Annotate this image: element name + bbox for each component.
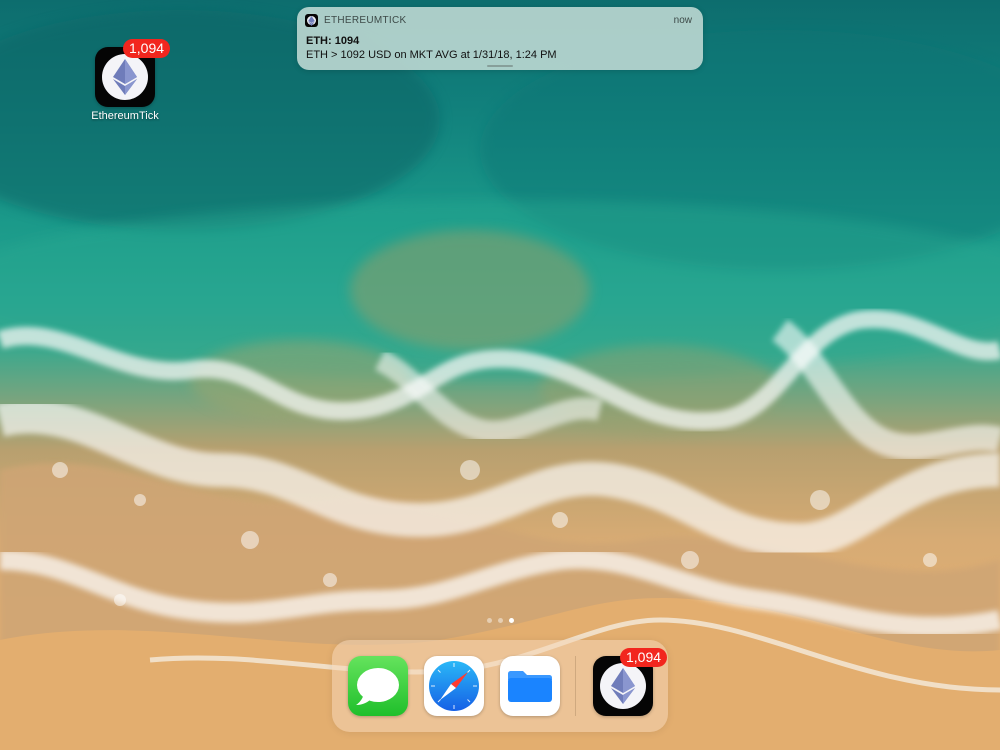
notification-badge: 1,094 [123, 39, 171, 58]
app-label: EthereumTick [91, 110, 159, 122]
dock-divider [575, 656, 576, 716]
home-app-ethereumtick[interactable]: 1,094 EthereumTick [88, 39, 171, 132]
page-dot[interactable] [487, 618, 492, 623]
notification-body: ETH > 1092 USD on MKT AVG at 1/31/18, 1:… [306, 49, 557, 61]
speech-bubble-icon [356, 668, 399, 705]
ethereum-icon [305, 14, 318, 27]
dock: 1,094 [332, 640, 668, 732]
notification-app-name: ETHEREUMTICK [324, 15, 407, 26]
files-icon[interactable] [500, 656, 560, 716]
ethereum-icon [600, 663, 646, 709]
notification-banner[interactable]: ETHEREUMTICK now ETH: 1094 ETH > 1092 US… [297, 7, 703, 70]
safari-icon[interactable] [424, 656, 484, 716]
page-dot[interactable] [498, 618, 503, 623]
notification-grabber[interactable] [487, 65, 513, 67]
notification-title: ETH: 1094 [306, 35, 360, 47]
notification-time: now [673, 15, 692, 26]
folder-icon [508, 671, 552, 702]
messages-icon[interactable] [348, 656, 408, 716]
page-dot-active[interactable] [509, 618, 514, 623]
compass-icon [429, 661, 479, 711]
ethereum-icon [102, 54, 148, 100]
page-indicator[interactable] [485, 618, 517, 626]
ethereumtick-dock-icon[interactable]: 1,094 [593, 648, 668, 716]
notification-badge: 1,094 [620, 648, 668, 667]
